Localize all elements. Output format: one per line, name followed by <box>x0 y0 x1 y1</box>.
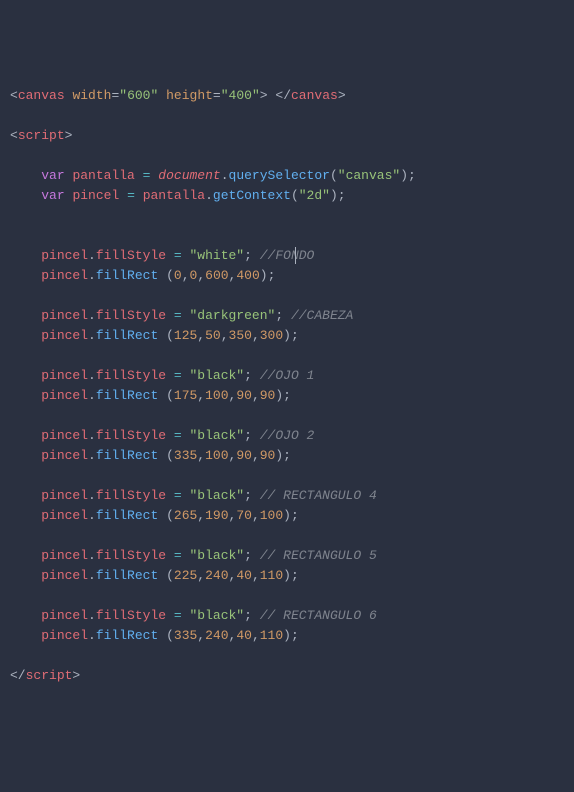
code-line: pincel.fillStyle = "white"; //FONDO <box>10 248 314 263</box>
code-line: <script> <box>10 128 72 143</box>
code-line: pincel.fillStyle = "black"; //OJO 2 <box>10 428 314 443</box>
bracket: < <box>10 88 18 103</box>
code-line: pincel.fillRect (335,100,90,90); <box>10 448 291 463</box>
tag-name: canvas <box>18 88 65 103</box>
tag-name: script <box>18 128 65 143</box>
code-line: pincel.fillStyle = "darkgreen"; //CABEZA <box>10 308 353 323</box>
attr-name: height <box>166 88 213 103</box>
code-line: var pantalla = document.querySelector("c… <box>10 168 416 183</box>
keyword: var <box>41 168 64 183</box>
code-line: pincel.fillStyle = "black"; // RECTANGUL… <box>10 608 377 623</box>
function: querySelector <box>229 168 330 183</box>
code-line: <canvas width="600" height="400"> </canv… <box>10 88 346 103</box>
code-line: </script> <box>10 668 80 683</box>
object: document <box>158 168 220 183</box>
attr-value: "600" <box>119 88 158 103</box>
code-line: var pincel = pantalla.getContext("2d"); <box>10 188 346 203</box>
code-line: pincel.fillStyle = "black"; //OJO 1 <box>10 368 314 383</box>
comment: //FONDO <box>260 248 315 263</box>
code-line: pincel.fillRect (175,100,90,90); <box>10 388 291 403</box>
code-line: pincel.fillRect (335,240,40,110); <box>10 628 299 643</box>
code-editor[interactable]: <canvas width="600" height="400"> </canv… <box>10 86 564 686</box>
variable: pantalla <box>72 168 134 183</box>
code-line: pincel.fillStyle = "black"; // RECTANGUL… <box>10 488 377 503</box>
text-cursor <box>295 247 296 264</box>
code-line: pincel.fillRect (0,0,600,400); <box>10 268 275 283</box>
code-line: pincel.fillRect (125,50,350,300); <box>10 328 299 343</box>
attr-name: width <box>72 88 111 103</box>
code-line: pincel.fillRect (225,240,40,110); <box>10 568 299 583</box>
attr-value: "400" <box>221 88 260 103</box>
property: fillStyle <box>96 248 166 263</box>
code-line: pincel.fillRect (265,190,70,100); <box>10 508 299 523</box>
code-line: pincel.fillStyle = "black"; // RECTANGUL… <box>10 548 377 563</box>
string: "canvas" <box>338 168 400 183</box>
